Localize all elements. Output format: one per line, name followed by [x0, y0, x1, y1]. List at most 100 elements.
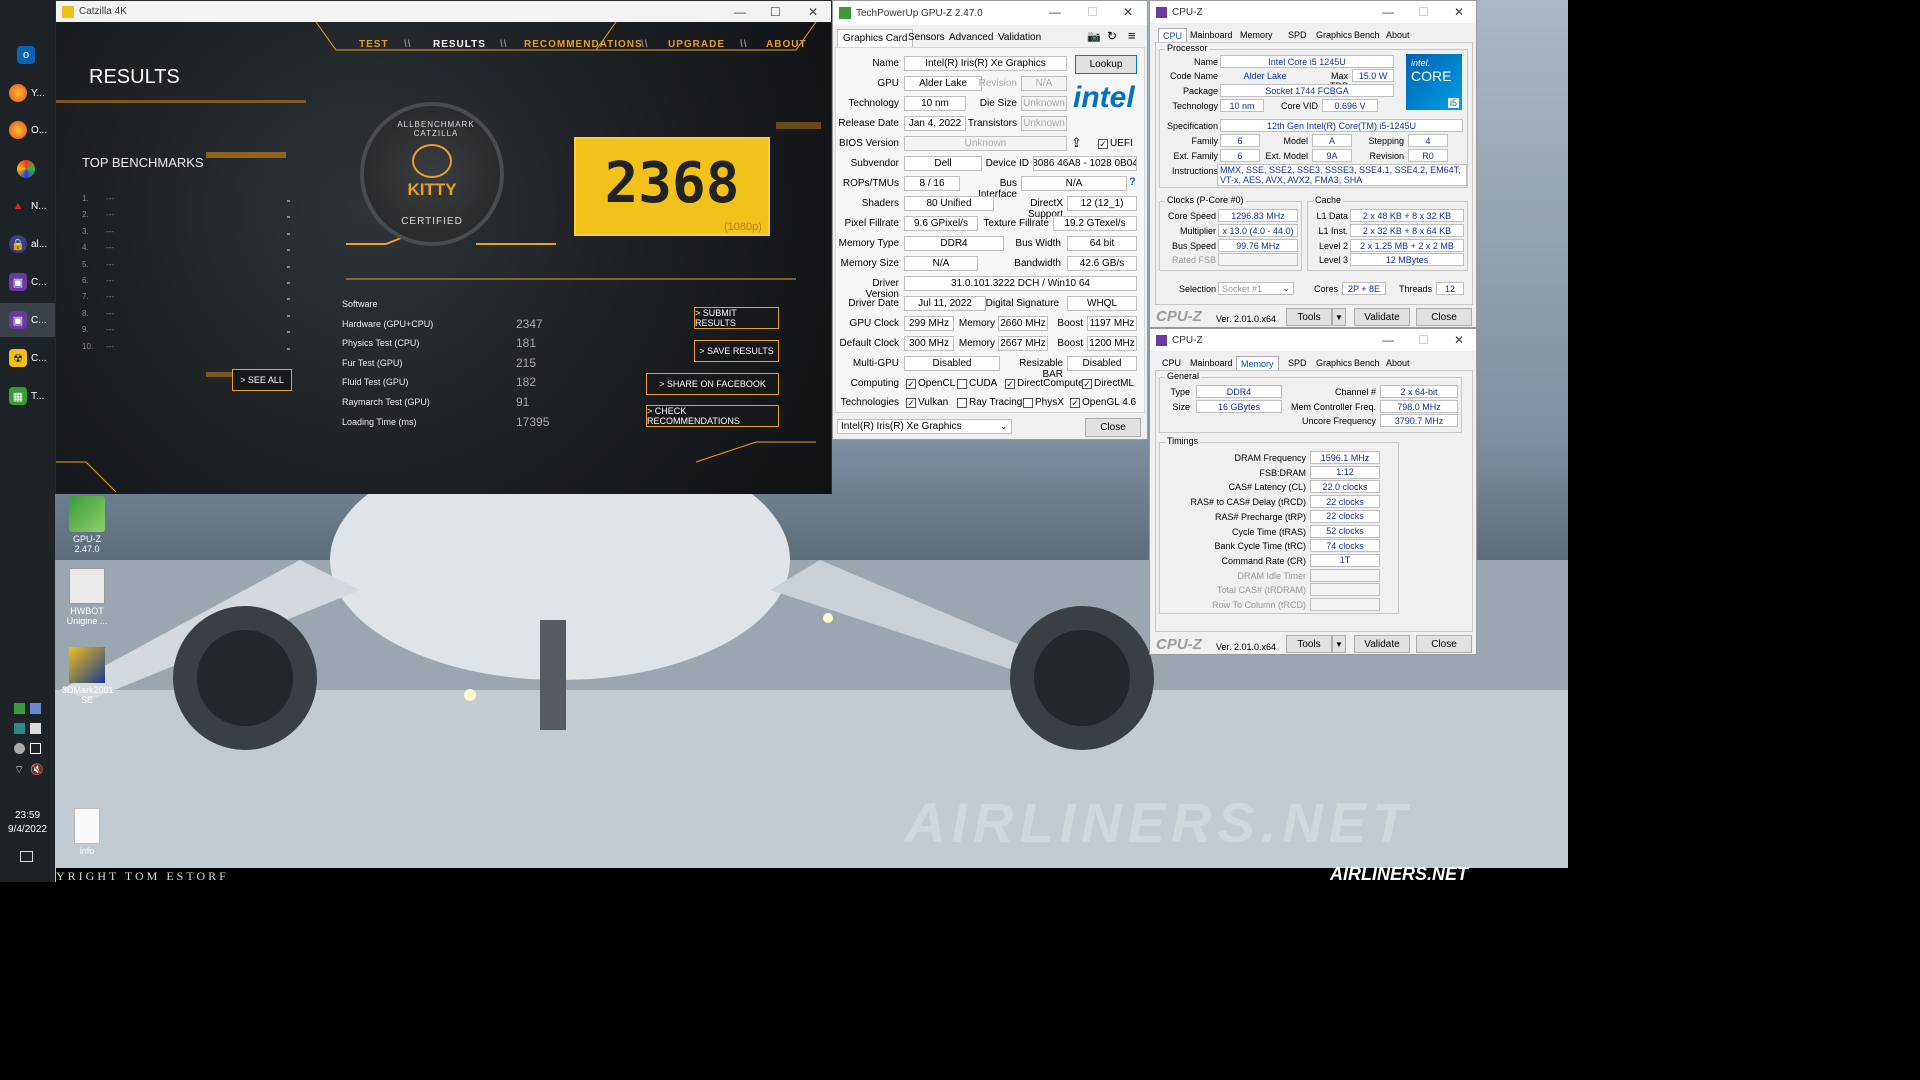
desktop-icon-gpuz[interactable]: GPU-Z 2.47.0: [62, 496, 112, 554]
nav-results[interactable]: RESULTS: [433, 39, 486, 50]
desktop-icon-info[interactable]: info: [62, 808, 112, 856]
socket-select[interactable]: Socket #1 ⌄: [1218, 282, 1294, 295]
taskbar-gpuz[interactable]: ▦ T...: [0, 379, 55, 413]
taskbar-catzilla[interactable]: ☢ C...: [0, 341, 55, 375]
tab-about[interactable]: About: [1382, 356, 1414, 370]
checkbox-physx[interactable]: PhysX: [1023, 397, 1064, 408]
taskbar-pinwheel[interactable]: [0, 152, 55, 186]
uefi-checkbox[interactable]: ✓ UEFI: [1098, 138, 1133, 149]
maximize-button[interactable]: ☐: [1418, 5, 1429, 19]
wallpaper-watermark: AIRLINERS.NET: [905, 791, 1413, 854]
tab-about[interactable]: About: [1382, 28, 1414, 42]
notifications-icon[interactable]: [20, 851, 33, 862]
maximize-button[interactable]: ☐: [770, 5, 781, 19]
tab-mainboard[interactable]: Mainboard: [1186, 28, 1237, 42]
tray-network-globe-icon[interactable]: [14, 743, 25, 754]
minimize-button[interactable]: —: [1382, 5, 1394, 19]
camera-icon[interactable]: 📷: [1087, 30, 1101, 43]
close-button[interactable]: ✕: [1454, 5, 1464, 19]
tab-spd[interactable]: SPD: [1284, 356, 1311, 370]
checkbox-vulkan[interactable]: ✓ Vulkan: [906, 397, 948, 408]
submit-results-button[interactable]: > SUBMIT RESULTS: [694, 307, 779, 329]
help-icon[interactable]: ?: [1129, 176, 1136, 188]
nav-upgrade[interactable]: UPGRADE: [668, 39, 725, 50]
checkbox-opencl[interactable]: ✓ OpenCL: [906, 378, 955, 389]
taskbar-cpuz-2[interactable]: ▣ C...: [0, 303, 55, 337]
tray-graph-icon[interactable]: [14, 723, 25, 734]
tab-mainboard[interactable]: Mainboard: [1186, 356, 1237, 370]
gpu-select-dropdown[interactable]: Intel(R) Iris(R) Xe Graphics ⌄: [837, 419, 1012, 434]
tray-hwinfo-icon[interactable]: [14, 703, 25, 714]
start-button[interactable]: [0, 0, 55, 34]
tab-bench[interactable]: Bench: [1350, 356, 1384, 370]
tools-button[interactable]: Tools: [1286, 308, 1332, 326]
check-recommendations-button[interactable]: > CHECK RECOMMENDATIONS: [646, 405, 779, 427]
taskbar-cpuz-1[interactable]: ▣ C...: [0, 265, 55, 299]
taskbar-outlook[interactable]: o: [0, 38, 55, 72]
maximize-button[interactable]: ☐: [1418, 333, 1429, 347]
desktop-icon-3dmark[interactable]: 3DMark2001 SE: [62, 647, 114, 705]
validate-button[interactable]: Validate: [1354, 635, 1410, 653]
badge-top-text: ALLBENCHMARK CATZILLA: [397, 120, 475, 138]
share-icon[interactable]: ⇪: [1071, 135, 1082, 151]
taskbar-acrobat[interactable]: ▲ N...: [0, 189, 55, 223]
menu-icon[interactable]: ≡: [1128, 28, 1136, 43]
refresh-icon[interactable]: ↻: [1107, 29, 1117, 43]
maximize-button[interactable]: ☐: [1087, 5, 1098, 19]
revision-field: R0: [1408, 149, 1448, 162]
lookup-button[interactable]: Lookup: [1075, 55, 1137, 74]
tools-dropdown-icon[interactable]: ▼: [1332, 308, 1346, 326]
tab-bench[interactable]: Bench: [1350, 28, 1384, 42]
checkbox-opengl-4-6[interactable]: ✓ OpenGL 4.6: [1070, 397, 1136, 408]
checkbox-ray-tracing[interactable]: Ray Tracing: [957, 397, 1022, 408]
tab-validation[interactable]: Validation: [993, 29, 1046, 47]
release-date-field: Jan 4, 2022: [904, 116, 966, 131]
taskbar-clock[interactable]: 23:59 9/4/2022: [0, 810, 55, 835]
checkbox-cuda[interactable]: CUDA: [957, 378, 997, 389]
save-results-button[interactable]: > SAVE RESULTS: [694, 340, 779, 362]
gpu-field: Alder Lake: [904, 76, 982, 91]
tools-dropdown-icon[interactable]: ▼: [1332, 635, 1346, 653]
desktop-icon-hwbot[interactable]: HWBOT Unigine ...: [62, 568, 112, 626]
minimize-button[interactable]: —: [734, 5, 746, 19]
taskbar-firefox-2[interactable]: O...: [0, 113, 55, 147]
tray-wifi-icon[interactable]: ⌔: [14, 763, 24, 777]
core-speed-label: Core Speed: [1167, 211, 1216, 221]
memory-clock-label: Memory: [958, 318, 995, 329]
tab-memory[interactable]: Memory: [1236, 28, 1277, 42]
tray-volume-muted-icon[interactable]: 🔇: [30, 763, 44, 776]
validate-button[interactable]: Validate: [1354, 308, 1410, 326]
nav-test[interactable]: TEST: [359, 39, 389, 50]
tab-cpu[interactable]: CPU: [1158, 356, 1185, 370]
nav-sep-1: \\: [404, 39, 412, 50]
tab-graphics-card[interactable]: Graphics Card: [837, 29, 914, 47]
tab-spd[interactable]: SPD: [1284, 28, 1311, 42]
nav-about[interactable]: ABOUT: [766, 39, 807, 50]
tray-security-icon[interactable]: [30, 723, 41, 734]
see-all-button[interactable]: > SEE ALL: [232, 369, 292, 391]
checkbox-directcompute[interactable]: ✓ DirectCompute: [1005, 378, 1084, 389]
tab-memory[interactable]: Memory: [1236, 356, 1279, 371]
tab-sensors[interactable]: Sensors: [903, 29, 950, 47]
share-facebook-button[interactable]: > SHARE ON FACEBOOK: [646, 373, 779, 395]
close-button[interactable]: ✕: [1454, 333, 1464, 347]
checkbox-directml[interactable]: ✓ DirectML: [1082, 378, 1134, 389]
tab-advanced[interactable]: Advanced: [944, 29, 998, 47]
l3-field: 12 MBytes: [1350, 253, 1464, 266]
taskbar-firefox-1[interactable]: Y...: [0, 76, 55, 110]
tray-battery-icon[interactable]: [30, 743, 41, 754]
close-window-button[interactable]: Close: [1416, 308, 1472, 326]
close-window-button[interactable]: Close: [1416, 635, 1472, 653]
close-button[interactable]: ✕: [1123, 5, 1133, 19]
minimize-button[interactable]: —: [1049, 5, 1061, 19]
nav-recommendations[interactable]: RECOMMENDATIONS: [524, 39, 643, 50]
tab-cpu[interactable]: CPU: [1158, 28, 1188, 43]
gpuz-close-button[interactable]: Close: [1085, 418, 1141, 437]
rank-marker: [287, 347, 290, 350]
taskbar-lock-app[interactable]: 🔒 al...: [0, 227, 55, 261]
tools-button[interactable]: Tools: [1286, 635, 1332, 653]
minimize-button[interactable]: —: [1382, 333, 1394, 347]
close-button[interactable]: ✕: [808, 5, 818, 19]
result-label: Fur Test (GPU): [342, 357, 403, 368]
tray-app-icon[interactable]: [30, 703, 41, 714]
